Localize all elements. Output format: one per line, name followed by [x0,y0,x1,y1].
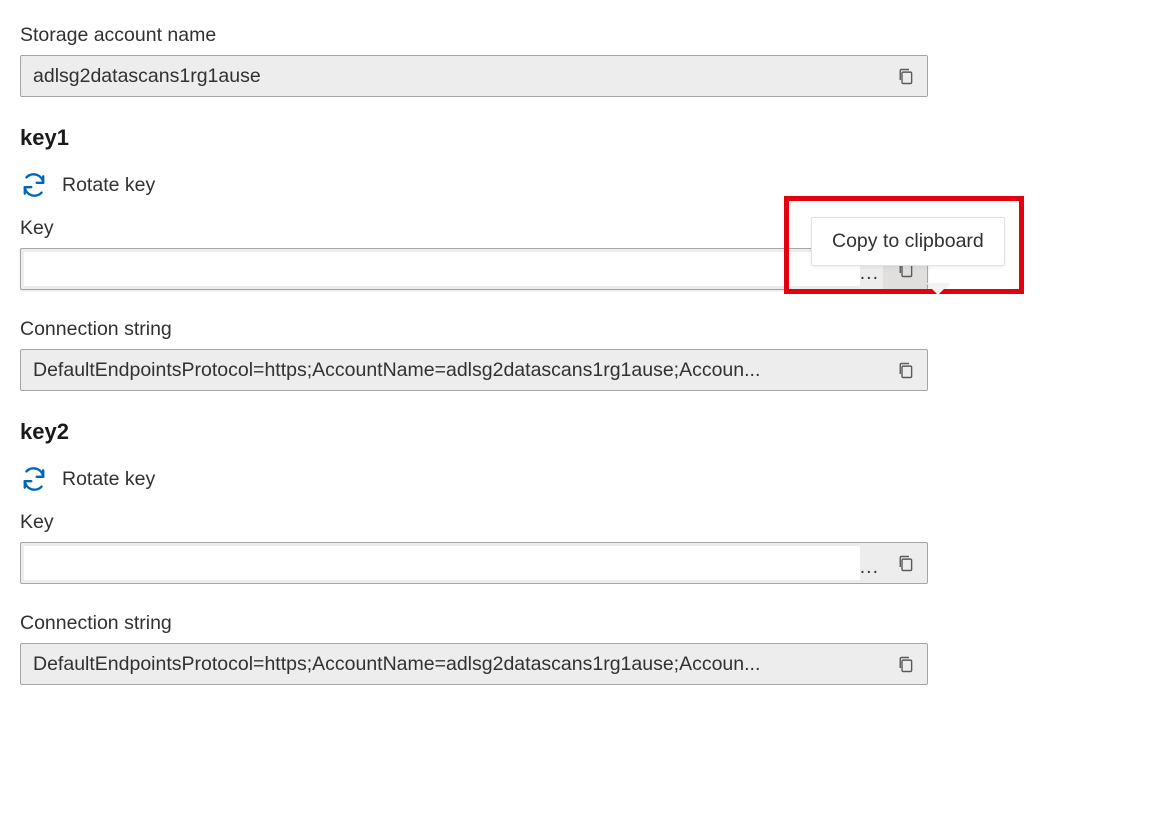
key2-conn-field: DefaultEndpointsProtocol=https;AccountNa… [20,643,928,685]
key2-conn-value[interactable]: DefaultEndpointsProtocol=https;AccountNa… [21,644,883,684]
key1-conn-group: Connection string DefaultEndpointsProtoc… [20,318,1144,391]
access-keys-pane: Storage account name adlsg2datascans1rg1… [0,0,1164,833]
key2-rotate-label: Rotate key [62,468,155,491]
rotate-icon [20,171,48,199]
key1-heading: key1 [20,125,1144,151]
key2-heading: key2 [20,419,1144,445]
key2-rotate-button[interactable]: Rotate key [20,465,1144,493]
copy-key1-conn-button[interactable] [883,350,927,390]
key1-conn-label: Connection string [20,318,1144,341]
key2-key-field: ... [20,542,928,584]
copy-icon [895,654,916,675]
key1-rotate-button[interactable]: Rotate key [20,171,1144,199]
copy-tooltip: Copy to clipboard [811,217,1005,266]
storage-account-name-value[interactable]: adlsg2datascans1rg1ause [21,56,883,96]
storage-account-name-field: adlsg2datascans1rg1ause [20,55,928,97]
key2-conn-group: Connection string DefaultEndpointsProtoc… [20,612,1144,685]
copy-icon [895,66,916,87]
key1-conn-field: DefaultEndpointsProtocol=https;AccountNa… [20,349,928,391]
copy-key2-button[interactable] [883,543,927,583]
copy-storage-name-button[interactable] [883,56,927,96]
copy-icon [895,553,916,574]
key2-key-value[interactable] [24,546,860,580]
storage-account-name-label: Storage account name [20,24,1144,47]
key1-key-value[interactable] [24,252,860,286]
key1-rotate-label: Rotate key [62,174,155,197]
copy-key2-conn-button[interactable] [883,644,927,684]
copy-tooltip-text: Copy to clipboard [832,230,984,252]
key1-conn-value[interactable]: DefaultEndpointsProtocol=https;AccountNa… [21,350,883,390]
rotate-icon [20,465,48,493]
key2-key-label: Key [20,511,1144,534]
key2-key-ellipsis: ... [860,543,883,583]
tooltip-arrow-icon [926,283,950,295]
key2-conn-label: Connection string [20,612,1144,635]
storage-account-name-group: Storage account name adlsg2datascans1rg1… [20,24,1144,97]
tooltip-highlight-box: Copy to clipboard [784,196,1024,294]
copy-icon [895,360,916,381]
key2-key-group: Key ... [20,511,1144,584]
